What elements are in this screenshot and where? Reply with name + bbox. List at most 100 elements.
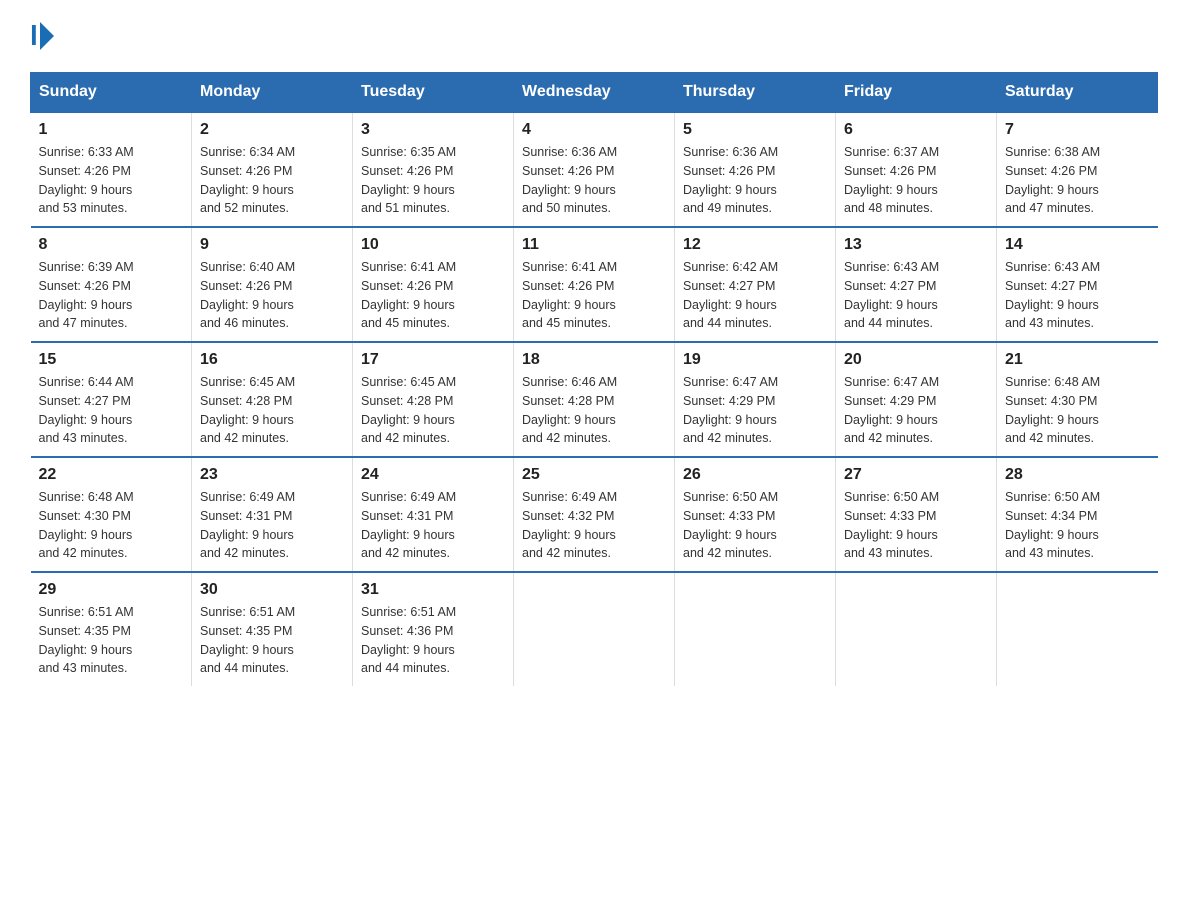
day-cell: 7 Sunrise: 6:38 AM Sunset: 4:26 PM Dayli…: [997, 112, 1158, 227]
day-number: 20: [844, 351, 988, 369]
header-cell-monday: Monday: [192, 73, 353, 113]
day-info: Sunrise: 6:43 AM Sunset: 4:27 PM Dayligh…: [1005, 258, 1150, 333]
day-info: Sunrise: 6:47 AM Sunset: 4:29 PM Dayligh…: [683, 373, 827, 448]
week-row-2: 8 Sunrise: 6:39 AM Sunset: 4:26 PM Dayli…: [31, 227, 1158, 342]
day-number: 22: [39, 466, 184, 484]
day-cell: 29 Sunrise: 6:51 AM Sunset: 4:35 PM Dayl…: [31, 572, 192, 686]
day-cell: 21 Sunrise: 6:48 AM Sunset: 4:30 PM Dayl…: [997, 342, 1158, 457]
week-row-3: 15 Sunrise: 6:44 AM Sunset: 4:27 PM Dayl…: [31, 342, 1158, 457]
logo: l: [30, 20, 54, 52]
day-cell: 20 Sunrise: 6:47 AM Sunset: 4:29 PM Dayl…: [836, 342, 997, 457]
day-number: 24: [361, 466, 505, 484]
day-cell: 27 Sunrise: 6:50 AM Sunset: 4:33 PM Dayl…: [836, 457, 997, 572]
day-info: Sunrise: 6:47 AM Sunset: 4:29 PM Dayligh…: [844, 373, 988, 448]
header-cell-sunday: Sunday: [31, 73, 192, 113]
day-cell: [836, 572, 997, 686]
day-cell: 28 Sunrise: 6:50 AM Sunset: 4:34 PM Dayl…: [997, 457, 1158, 572]
day-number: 17: [361, 351, 505, 369]
day-cell: 25 Sunrise: 6:49 AM Sunset: 4:32 PM Dayl…: [514, 457, 675, 572]
day-cell: 22 Sunrise: 6:48 AM Sunset: 4:30 PM Dayl…: [31, 457, 192, 572]
day-info: Sunrise: 6:36 AM Sunset: 4:26 PM Dayligh…: [522, 143, 666, 218]
day-info: Sunrise: 6:37 AM Sunset: 4:26 PM Dayligh…: [844, 143, 988, 218]
week-row-5: 29 Sunrise: 6:51 AM Sunset: 4:35 PM Dayl…: [31, 572, 1158, 686]
day-info: Sunrise: 6:51 AM Sunset: 4:36 PM Dayligh…: [361, 603, 505, 678]
day-info: Sunrise: 6:40 AM Sunset: 4:26 PM Dayligh…: [200, 258, 344, 333]
day-info: Sunrise: 6:44 AM Sunset: 4:27 PM Dayligh…: [39, 373, 184, 448]
day-number: 3: [361, 121, 505, 139]
day-info: Sunrise: 6:49 AM Sunset: 4:31 PM Dayligh…: [200, 488, 344, 563]
day-cell: 19 Sunrise: 6:47 AM Sunset: 4:29 PM Dayl…: [675, 342, 836, 457]
logo-blue-part: l: [30, 20, 54, 52]
day-cell: 24 Sunrise: 6:49 AM Sunset: 4:31 PM Dayl…: [353, 457, 514, 572]
day-info: Sunrise: 6:35 AM Sunset: 4:26 PM Dayligh…: [361, 143, 505, 218]
day-cell: 14 Sunrise: 6:43 AM Sunset: 4:27 PM Dayl…: [997, 227, 1158, 342]
day-number: 25: [522, 466, 666, 484]
day-number: 28: [1005, 466, 1150, 484]
day-info: Sunrise: 6:49 AM Sunset: 4:32 PM Dayligh…: [522, 488, 666, 563]
day-number: 29: [39, 581, 184, 599]
week-row-1: 1 Sunrise: 6:33 AM Sunset: 4:26 PM Dayli…: [31, 112, 1158, 227]
day-info: Sunrise: 6:49 AM Sunset: 4:31 PM Dayligh…: [361, 488, 505, 563]
day-number: 18: [522, 351, 666, 369]
day-info: Sunrise: 6:50 AM Sunset: 4:34 PM Dayligh…: [1005, 488, 1150, 563]
day-number: 30: [200, 581, 344, 599]
calendar-table: SundayMondayTuesdayWednesdayThursdayFrid…: [30, 72, 1158, 686]
day-number: 6: [844, 121, 988, 139]
logo-b-letter: l: [30, 20, 38, 52]
day-cell: 8 Sunrise: 6:39 AM Sunset: 4:26 PM Dayli…: [31, 227, 192, 342]
day-cell: 4 Sunrise: 6:36 AM Sunset: 4:26 PM Dayli…: [514, 112, 675, 227]
day-cell: 12 Sunrise: 6:42 AM Sunset: 4:27 PM Dayl…: [675, 227, 836, 342]
day-cell: [675, 572, 836, 686]
day-cell: 31 Sunrise: 6:51 AM Sunset: 4:36 PM Dayl…: [353, 572, 514, 686]
day-number: 23: [200, 466, 344, 484]
day-cell: 11 Sunrise: 6:41 AM Sunset: 4:26 PM Dayl…: [514, 227, 675, 342]
day-cell: 1 Sunrise: 6:33 AM Sunset: 4:26 PM Dayli…: [31, 112, 192, 227]
header-cell-thursday: Thursday: [675, 73, 836, 113]
day-info: Sunrise: 6:51 AM Sunset: 4:35 PM Dayligh…: [200, 603, 344, 678]
day-number: 5: [683, 121, 827, 139]
day-info: Sunrise: 6:36 AM Sunset: 4:26 PM Dayligh…: [683, 143, 827, 218]
day-number: 19: [683, 351, 827, 369]
day-info: Sunrise: 6:34 AM Sunset: 4:26 PM Dayligh…: [200, 143, 344, 218]
day-info: Sunrise: 6:42 AM Sunset: 4:27 PM Dayligh…: [683, 258, 827, 333]
day-info: Sunrise: 6:46 AM Sunset: 4:28 PM Dayligh…: [522, 373, 666, 448]
day-cell: 13 Sunrise: 6:43 AM Sunset: 4:27 PM Dayl…: [836, 227, 997, 342]
day-info: Sunrise: 6:51 AM Sunset: 4:35 PM Dayligh…: [39, 603, 184, 678]
day-cell: 10 Sunrise: 6:41 AM Sunset: 4:26 PM Dayl…: [353, 227, 514, 342]
page-header: l: [30, 20, 1158, 52]
day-cell: 3 Sunrise: 6:35 AM Sunset: 4:26 PM Dayli…: [353, 112, 514, 227]
day-number: 13: [844, 236, 988, 254]
day-cell: 6 Sunrise: 6:37 AM Sunset: 4:26 PM Dayli…: [836, 112, 997, 227]
calendar-header: SundayMondayTuesdayWednesdayThursdayFrid…: [31, 73, 1158, 113]
day-number: 12: [683, 236, 827, 254]
day-info: Sunrise: 6:41 AM Sunset: 4:26 PM Dayligh…: [522, 258, 666, 333]
day-number: 16: [200, 351, 344, 369]
header-cell-friday: Friday: [836, 73, 997, 113]
header-cell-saturday: Saturday: [997, 73, 1158, 113]
header-cell-wednesday: Wednesday: [514, 73, 675, 113]
day-info: Sunrise: 6:41 AM Sunset: 4:26 PM Dayligh…: [361, 258, 505, 333]
week-row-4: 22 Sunrise: 6:48 AM Sunset: 4:30 PM Dayl…: [31, 457, 1158, 572]
header-row: SundayMondayTuesdayWednesdayThursdayFrid…: [31, 73, 1158, 113]
day-number: 11: [522, 236, 666, 254]
day-info: Sunrise: 6:50 AM Sunset: 4:33 PM Dayligh…: [844, 488, 988, 563]
day-number: 8: [39, 236, 184, 254]
day-cell: 9 Sunrise: 6:40 AM Sunset: 4:26 PM Dayli…: [192, 227, 353, 342]
day-info: Sunrise: 6:43 AM Sunset: 4:27 PM Dayligh…: [844, 258, 988, 333]
day-cell: [514, 572, 675, 686]
day-info: Sunrise: 6:39 AM Sunset: 4:26 PM Dayligh…: [39, 258, 184, 333]
day-cell: 26 Sunrise: 6:50 AM Sunset: 4:33 PM Dayl…: [675, 457, 836, 572]
day-cell: 5 Sunrise: 6:36 AM Sunset: 4:26 PM Dayli…: [675, 112, 836, 227]
day-number: 4: [522, 121, 666, 139]
day-info: Sunrise: 6:45 AM Sunset: 4:28 PM Dayligh…: [200, 373, 344, 448]
day-cell: 18 Sunrise: 6:46 AM Sunset: 4:28 PM Dayl…: [514, 342, 675, 457]
day-info: Sunrise: 6:33 AM Sunset: 4:26 PM Dayligh…: [39, 143, 184, 218]
day-cell: 30 Sunrise: 6:51 AM Sunset: 4:35 PM Dayl…: [192, 572, 353, 686]
day-number: 31: [361, 581, 505, 599]
day-number: 27: [844, 466, 988, 484]
day-info: Sunrise: 6:48 AM Sunset: 4:30 PM Dayligh…: [1005, 373, 1150, 448]
day-cell: 16 Sunrise: 6:45 AM Sunset: 4:28 PM Dayl…: [192, 342, 353, 457]
logo-arrow-icon: [40, 22, 54, 50]
day-number: 14: [1005, 236, 1150, 254]
day-info: Sunrise: 6:38 AM Sunset: 4:26 PM Dayligh…: [1005, 143, 1150, 218]
